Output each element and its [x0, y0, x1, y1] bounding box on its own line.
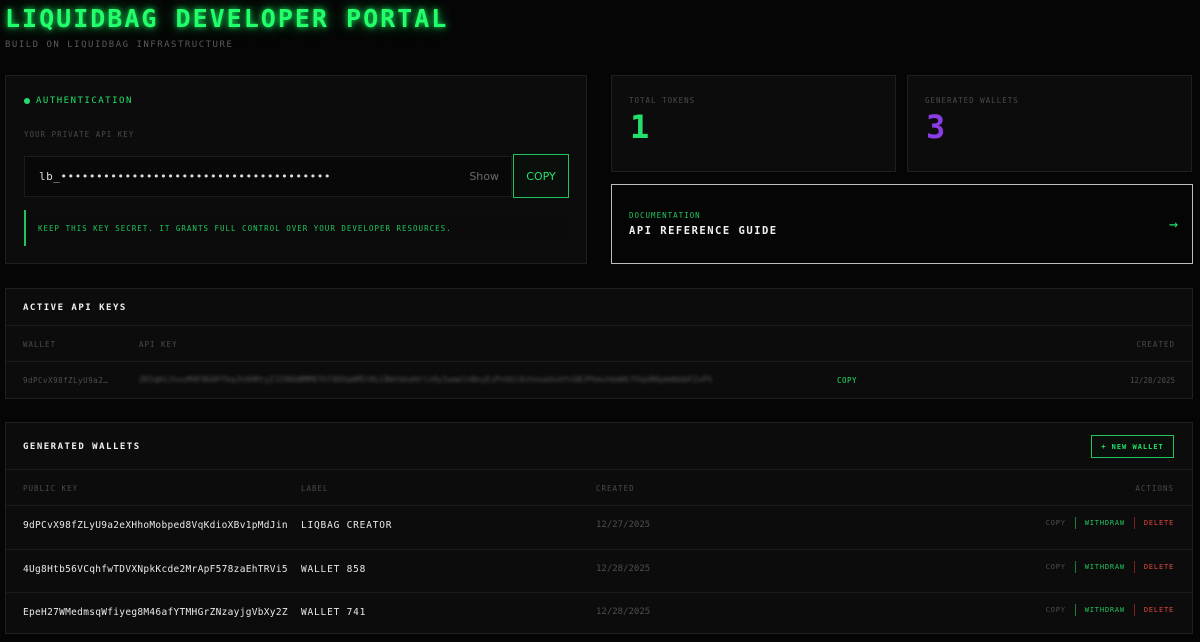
key-value-blurred: ZK5qHiJnxsM4F8G0PfkqJhXHRtyZJ298bNMM97hT…: [139, 375, 713, 384]
page-title: LIQUIDBAG DEVELOPER PORTAL: [5, 4, 449, 33]
copy-wallet-button[interactable]: COPY: [1046, 606, 1066, 614]
divider: [1074, 561, 1076, 573]
wallet-public-key: EpeH27WMedmsqWfiyeg8M46afYTMHGrZNzayjgVb…: [23, 607, 288, 618]
api-reference-title: API REFERENCE GUIDE: [629, 225, 778, 237]
key-warning: KEEP THIS KEY SECRET. IT GRANTS FULL CON…: [24, 210, 570, 246]
generated-wallets-panel: GENERATED WALLETS + NEW WALLET PUBLIC KE…: [5, 422, 1193, 634]
copy-key-button[interactable]: COPY: [513, 154, 569, 198]
documentation-label: DOCUMENTATION: [629, 211, 701, 220]
api-key-field[interactable]: lb_•••••••••••••••••••••••••••••••••••••…: [24, 156, 512, 197]
api-key-value: lb_•••••••••••••••••••••••••••••••••••••…: [39, 170, 332, 183]
active-api-keys-title: ACTIVE API KEYS: [23, 303, 127, 313]
generated-wallets-label: GENERATED WALLETS: [925, 96, 1019, 105]
wallet-created-date: 12/28/2025: [596, 564, 651, 574]
api-reference-link[interactable]: DOCUMENTATION API REFERENCE GUIDE →: [611, 184, 1193, 264]
show-key-button[interactable]: Show: [469, 170, 499, 183]
divider: [1133, 561, 1135, 573]
column-header-api-key: API KEY: [139, 340, 178, 349]
column-header-label: LABEL: [301, 484, 329, 493]
table-row: 4Ug8Htb56VCqhfwTDVXNpkKcde2MrApF578zaEhT…: [6, 549, 1192, 592]
column-header-public-key: PUBLIC KEY: [23, 484, 79, 493]
new-wallet-button[interactable]: + NEW WALLET: [1091, 435, 1174, 458]
authentication-title: AUTHENTICATION: [36, 96, 133, 106]
generated-wallets-card: GENERATED WALLETS 3: [907, 75, 1192, 172]
withdraw-button[interactable]: WITHDRAW: [1085, 606, 1125, 614]
column-header-wallet: WALLET: [23, 340, 57, 349]
wallet-actions: COPY WITHDRAW DELETE: [1046, 561, 1174, 573]
wallet-created-date: 12/27/2025: [596, 520, 651, 530]
withdraw-button[interactable]: WITHDRAW: [1085, 563, 1125, 571]
divider: [6, 361, 1192, 362]
copy-wallet-button[interactable]: COPY: [1046, 519, 1066, 527]
total-tokens-label: TOTAL TOKENS: [629, 96, 696, 105]
key-created-date: 12/28/2025: [1129, 376, 1175, 385]
generated-wallets-title: GENERATED WALLETS: [23, 442, 141, 452]
copy-api-key-button[interactable]: COPY: [837, 376, 857, 385]
authentication-header: AUTHENTICATION: [24, 96, 133, 106]
api-key-label: YOUR PRIVATE API KEY: [24, 130, 135, 139]
wallet-label: WALLET 741: [301, 607, 367, 618]
wallet-created-date: 12/28/2025: [596, 607, 651, 617]
column-header-actions: ACTIONS: [1135, 484, 1174, 493]
column-header-created: CREATED: [596, 484, 635, 493]
withdraw-button[interactable]: WITHDRAW: [1085, 519, 1125, 527]
delete-button[interactable]: DELETE: [1144, 606, 1174, 614]
wallet-actions: COPY WITHDRAW DELETE: [1046, 517, 1174, 529]
key-wallet: 9dPCvX98fZLyU9a2…: [23, 376, 109, 385]
authentication-panel: AUTHENTICATION YOUR PRIVATE API KEY lb_•…: [5, 75, 587, 264]
divider: [1074, 517, 1076, 529]
generated-wallets-value: 3: [926, 108, 946, 146]
delete-button[interactable]: DELETE: [1144, 519, 1174, 527]
divider: [6, 325, 1192, 326]
wallet-actions: COPY WITHDRAW DELETE: [1046, 604, 1174, 616]
divider: [1074, 604, 1076, 616]
wallet-public-key: 4Ug8Htb56VCqhfwTDVXNpkKcde2MrApF578zaEhT…: [23, 564, 288, 575]
total-tokens-card: TOTAL TOKENS 1: [611, 75, 896, 172]
wallet-label: LIQBAG CREATOR: [301, 520, 393, 531]
active-api-keys-panel: ACTIVE API KEYS WALLET API KEY CREATED 9…: [5, 288, 1193, 399]
wallet-label: WALLET 858: [301, 564, 367, 575]
copy-wallet-button[interactable]: COPY: [1046, 563, 1066, 571]
table-row: EpeH27WMedmsqWfiyeg8M46afYTMHGrZNzayjgVb…: [6, 592, 1192, 635]
column-header-created: CREATED: [1136, 340, 1175, 349]
divider: [1133, 517, 1135, 529]
divider: [6, 469, 1192, 470]
arrow-right-icon: →: [1168, 215, 1178, 233]
status-dot-icon: [24, 98, 30, 104]
delete-button[interactable]: DELETE: [1144, 563, 1174, 571]
total-tokens-value: 1: [630, 108, 650, 146]
page-subtitle: BUILD ON LIQUIDBAG INFRASTRUCTURE: [5, 40, 234, 50]
table-row: 9dPCvX98fZLyU9a2eXHhoMobped8VqKdioXBv1pM…: [6, 506, 1192, 549]
divider: [1133, 604, 1135, 616]
wallet-public-key: 9dPCvX98fZLyU9a2eXHhoMobped8VqKdioXBv1pM…: [23, 520, 288, 531]
